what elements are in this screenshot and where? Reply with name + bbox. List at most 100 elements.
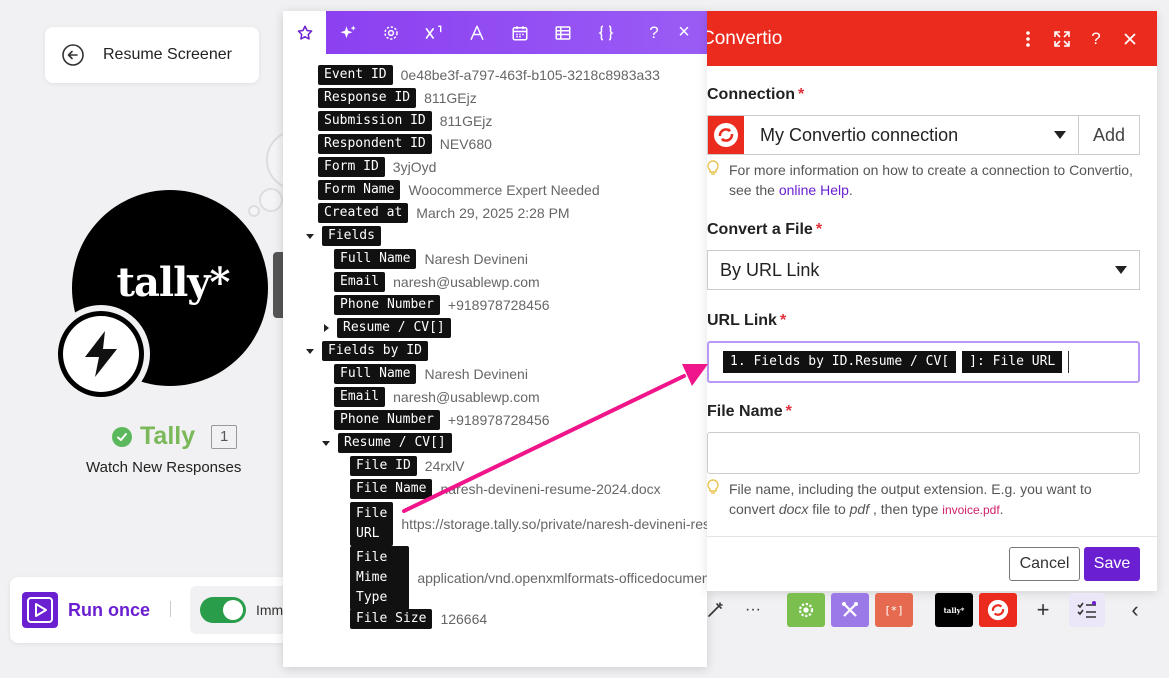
lightbulb-icon [707, 160, 721, 200]
text-cursor [1068, 351, 1070, 373]
panel-title: Convertio [707, 27, 783, 49]
lightbulb-icon [707, 479, 721, 520]
tree-row[interactable]: Form ID 3yjOyd [318, 157, 436, 177]
tree-row-file-url[interactable]: File URL https://storage.tally.so/private… [350, 502, 707, 546]
caret-down-icon [306, 348, 314, 354]
checklist-button[interactable] [1069, 593, 1105, 627]
gear-icon [787, 593, 825, 627]
run-once-label: Run once [68, 599, 151, 620]
tree-row[interactable]: Form Name Woocommerce Expert Needed [318, 180, 600, 200]
help-icon[interactable]: ? [1083, 26, 1109, 52]
tree-row[interactable]: Event ID 0e48be3f-a797-463f-b105-3218c898… [318, 65, 660, 85]
tree-row[interactable]: Submission ID 811GEjz [318, 111, 492, 131]
tree-row[interactable]: Full Name Naresh Devineni [334, 249, 528, 269]
tree-group-fields[interactable]: Fields [306, 226, 381, 246]
play-icon [22, 592, 58, 628]
connection-label: Connection * [707, 86, 805, 103]
file-name-label: File Name * [707, 403, 792, 420]
immediately-toggle[interactable] [200, 597, 246, 623]
more-options-icon[interactable] [1015, 26, 1041, 52]
magic-wand-button[interactable] [703, 593, 727, 627]
tree-row[interactable]: Email naresh@usablewp.com [334, 272, 540, 292]
tab-array[interactable] [541, 11, 584, 54]
tree-row[interactable]: Response ID 811GEjz [318, 88, 477, 108]
tally-logo-text: tally* [116, 258, 231, 306]
tree-row[interactable]: File Size 126664 [350, 609, 487, 629]
tally-module-shortcut[interactable]: tally* [935, 593, 973, 627]
tab-date[interactable] [498, 11, 541, 54]
module-action-name: Watch New Responses [86, 459, 242, 476]
close-icon[interactable] [1117, 26, 1143, 52]
mapping-panel: ? × Event ID 0e48be3f-a797-463f-b105-3218… [283, 11, 707, 667]
cancel-button[interactable]: Cancel [1009, 547, 1080, 581]
connection-select[interactable]: My Convertio connection [707, 115, 1079, 155]
more-button[interactable]: ··· [741, 593, 765, 627]
tab-math[interactable] [412, 11, 455, 54]
url-link-label: URL Link * [707, 312, 787, 329]
tab-star[interactable] [283, 11, 326, 54]
tree-row[interactable]: Created at March 29, 2025 2:28 PM [318, 203, 570, 223]
mapping-close-button[interactable]: × [669, 11, 699, 54]
tree-row[interactable]: File Mime Type application/vnd.openxmlfor… [350, 546, 707, 610]
panel-footer-divider [707, 536, 1157, 537]
table-icon [555, 25, 570, 40]
online-help-link[interactable]: online Help [779, 182, 849, 198]
tree-row[interactable]: Email naresh@usablewp.com [334, 387, 540, 407]
crossed-tools-icon [831, 593, 869, 627]
add-module-button[interactable]: + [1031, 593, 1055, 627]
collapse-toolbar-button[interactable]: ‹ [1123, 593, 1147, 627]
immediately-label: Imm [256, 602, 284, 618]
file-name-input[interactable] [707, 432, 1140, 474]
arrow-left-circle-icon [61, 43, 85, 67]
convert-file-select[interactable]: By URL Link [707, 250, 1140, 290]
url-link-input[interactable]: 1. Fields by ID.Resume / CV[ ]: File URL [707, 341, 1140, 383]
calendar-icon [512, 25, 527, 40]
tree-row[interactable]: Phone Number +918978728456 [334, 410, 550, 430]
thought-bubble-small [248, 205, 260, 217]
brackets-icon: [*] [875, 593, 913, 627]
braces-icon [597, 25, 614, 40]
convertio-logo-icon [708, 116, 744, 154]
text-parser-button[interactable]: [*] [875, 593, 913, 627]
tools-module-button[interactable] [787, 593, 825, 627]
tab-text[interactable] [455, 11, 498, 54]
add-connection-button[interactable]: Add [1078, 115, 1140, 155]
tree-group-fields-by-id[interactable]: Fields by ID [306, 341, 428, 361]
convertio-module-shortcut[interactable] [979, 593, 1017, 627]
thought-bubble-medium [259, 188, 283, 212]
tab-general[interactable] [369, 11, 412, 54]
caret-right-icon [324, 324, 329, 332]
superscript-icon [425, 25, 441, 39]
mapping-toolbar: ? × [283, 11, 707, 54]
file-name-hint: File name, including the output extensio… [707, 479, 1147, 520]
flow-control-button[interactable] [831, 593, 869, 627]
tree-row[interactable]: Full Name Naresh Devineni [334, 364, 528, 384]
tree-row[interactable]: Respondent ID NEV680 [318, 134, 492, 154]
tab-json[interactable] [584, 11, 627, 54]
mapping-help-button[interactable]: ? [639, 11, 669, 54]
tree-group-resume-by-id[interactable]: Resume / CV[] [322, 433, 452, 453]
text-icon [469, 25, 484, 40]
mapped-value-pill[interactable]: ]: File URL [962, 351, 1063, 373]
tree-row[interactable]: File ID 24rxlV [350, 456, 464, 476]
convert-file-value: By URL Link [720, 259, 820, 280]
mapped-value-pill[interactable]: 1. Fields by ID.Resume / CV[ [723, 351, 957, 373]
back-to-scenario-button[interactable]: Resume Screener [45, 27, 259, 83]
star-icon [297, 25, 312, 40]
expand-icon[interactable] [1049, 26, 1075, 52]
module-app-name: Tally [140, 422, 196, 450]
instant-trigger-badge[interactable] [52, 305, 150, 403]
module-connector [273, 252, 283, 318]
tree-row[interactable]: File Name naresh-devineni-resume-2024.doc… [350, 479, 661, 499]
caret-down-icon [322, 440, 330, 446]
tree-group-resume[interactable]: Resume / CV[] [324, 318, 451, 338]
check-circle-icon [112, 426, 132, 447]
checklist-icon [1077, 601, 1096, 618]
save-button[interactable]: Save [1084, 547, 1140, 581]
run-once-button[interactable]: Run once [22, 592, 150, 628]
tree-row[interactable]: Phone Number +918978728456 [334, 295, 550, 315]
convertio-logo-icon [979, 593, 1017, 627]
module-label: Tally 1 [112, 422, 238, 451]
tab-ai[interactable] [326, 11, 369, 54]
scenario-name: Resume Screener [103, 46, 232, 63]
